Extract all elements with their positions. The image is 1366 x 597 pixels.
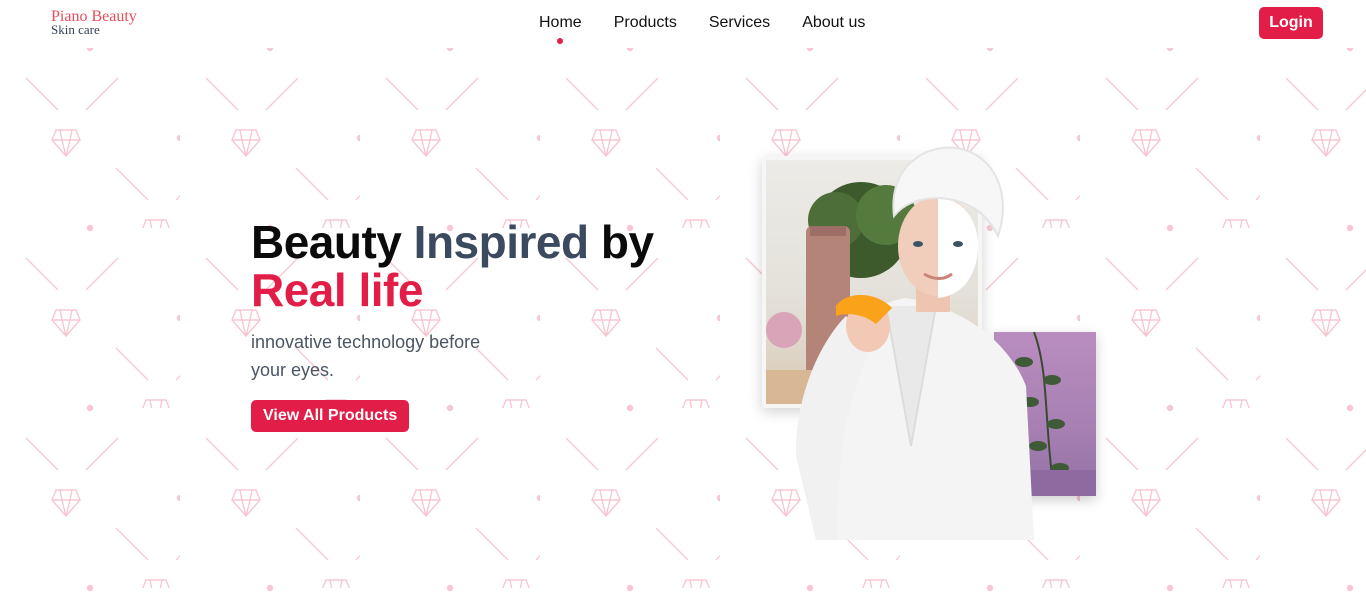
main-nav: Home Products Services About us (523, 12, 881, 44)
hero-title-inspired: Inspired (413, 216, 589, 268)
hero-image (762, 146, 1102, 540)
woman-with-face-mask-icon (795, 146, 1034, 540)
background-pattern (0, 48, 1366, 597)
nav-item-home[interactable]: Home (523, 12, 598, 44)
hero-title-by: by (588, 216, 654, 268)
hero-title-real-life: Real life (251, 264, 423, 316)
site-header: Piano Beauty Skin care Home Products Ser… (0, 0, 1366, 48)
nav-item-services[interactable]: Services (693, 12, 786, 34)
hero-section: Beauty Inspired by Real life innovative … (251, 218, 654, 432)
hero-title-beauty: Beauty (251, 216, 414, 268)
nav-item-about-us[interactable]: About us (786, 12, 881, 34)
hero-subtitle: innovative technology before your eyes. (251, 332, 481, 380)
view-all-products-button[interactable]: View All Products (251, 400, 410, 432)
brand-logo[interactable]: Piano Beauty Skin care (51, 9, 137, 37)
login-button[interactable]: Login (1259, 7, 1323, 39)
hero-title: Beauty Inspired by Real life (251, 218, 654, 314)
nav-item-products[interactable]: Products (598, 12, 693, 34)
